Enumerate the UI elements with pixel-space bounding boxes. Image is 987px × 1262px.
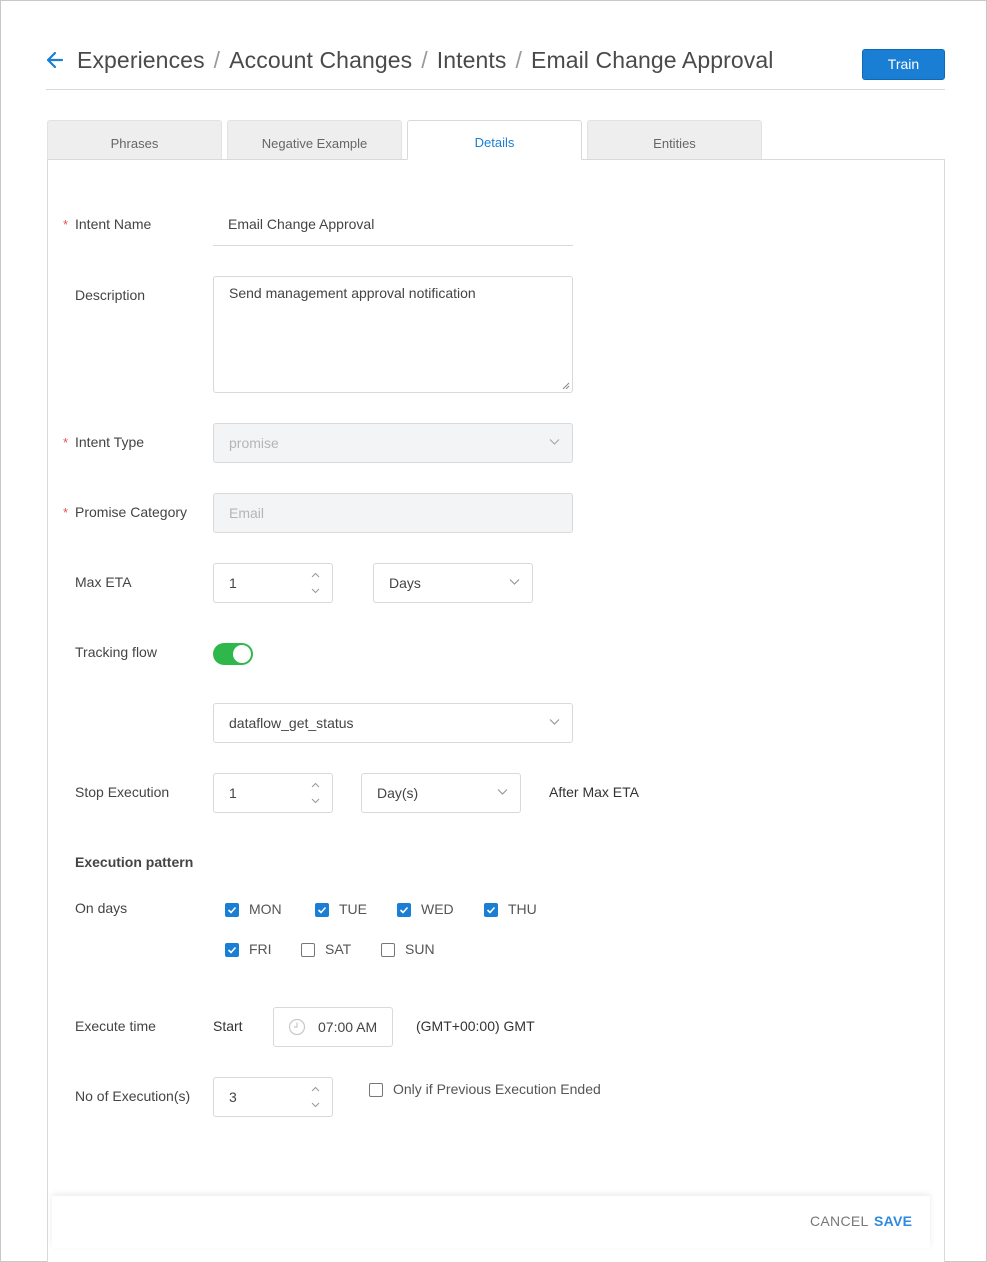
chevron-down-icon xyxy=(549,719,560,725)
save-button[interactable]: SAVE xyxy=(874,1213,912,1229)
check-icon xyxy=(317,906,327,914)
breadcrumb-separator: / xyxy=(421,47,428,73)
intent-name-label: Intent Name xyxy=(75,216,152,232)
executions-value: 3 xyxy=(229,1089,237,1105)
breadcrumb-experiences[interactable]: Experiences xyxy=(77,47,205,73)
description-value: Send management approval notification xyxy=(229,285,476,301)
promise-category-input[interactable]: Email xyxy=(213,493,573,533)
day-label-mon[interactable]: MON xyxy=(249,901,282,917)
start-time-value: 07:00 AM xyxy=(318,1019,378,1035)
intent-type-value: promise xyxy=(229,435,279,451)
check-icon xyxy=(486,906,496,914)
start-time-picker[interactable]: 07:00 AM xyxy=(273,1007,393,1047)
tracking-flow-select[interactable]: dataflow_get_status xyxy=(213,703,573,743)
breadcrumb-account-changes[interactable]: Account Changes xyxy=(229,47,412,73)
chevron-down-icon xyxy=(509,579,520,585)
day-label-fri[interactable]: FRI xyxy=(249,941,272,957)
breadcrumb-current-intent: Email Change Approval xyxy=(531,47,774,73)
chevron-down-icon xyxy=(497,789,508,795)
tab-details[interactable]: Details xyxy=(407,120,582,160)
day-checkbox-tue[interactable] xyxy=(315,903,329,917)
day-checkbox-thu[interactable] xyxy=(484,903,498,917)
executions-label: No of Execution(s) xyxy=(75,1088,191,1104)
max-eta-unit-select[interactable]: Days xyxy=(373,563,533,603)
executions-stepper[interactable]: 3 xyxy=(213,1077,333,1117)
page-header: Experiences / Account Changes / Intents / Emai… xyxy=(46,40,945,90)
only-if-previous-label[interactable]: Only if Previous Execution Ended xyxy=(393,1081,601,1097)
day-checkbox-mon[interactable] xyxy=(225,903,239,917)
breadcrumb-separator: / xyxy=(515,47,522,73)
tracking-flow-value: dataflow_get_status xyxy=(229,715,354,731)
start-label: Start xyxy=(213,1018,243,1034)
clock-icon xyxy=(288,1018,306,1036)
day-checkbox-fri[interactable] xyxy=(225,943,239,957)
max-eta-label: Max ETA xyxy=(75,574,132,590)
action-footer: CANCEL SAVE xyxy=(52,1196,930,1248)
required-mark: * xyxy=(63,505,69,520)
only-if-previous-checkbox[interactable] xyxy=(369,1083,383,1097)
stop-execution-label: Stop Execution xyxy=(75,784,170,800)
tracking-flow-toggle[interactable] xyxy=(213,643,253,665)
train-button[interactable]: Train xyxy=(862,49,945,80)
day-label-thu[interactable]: THU xyxy=(508,901,537,917)
execution-pattern-title: Execution pattern xyxy=(75,854,194,870)
stop-execution-value: 1 xyxy=(229,785,237,801)
breadcrumb-intents[interactable]: Intents xyxy=(437,47,507,73)
intent-type-select[interactable]: promise xyxy=(213,423,573,463)
chevron-down-icon xyxy=(549,439,560,445)
day-label-sat[interactable]: SAT xyxy=(325,941,351,957)
stepper-arrows-icon[interactable] xyxy=(311,1085,320,1109)
tab-entities[interactable]: Entities xyxy=(587,120,762,160)
check-icon xyxy=(227,946,237,954)
stepper-arrows-icon[interactable] xyxy=(311,571,320,595)
timezone-text: (GMT+00:00) GMT xyxy=(416,1018,535,1034)
on-days-label: On days xyxy=(75,900,128,916)
toggle-knob xyxy=(233,645,251,663)
stop-execution-stepper[interactable]: 1 xyxy=(213,773,333,813)
resize-grip-icon[interactable] xyxy=(562,382,570,390)
stepper-arrows-icon[interactable] xyxy=(311,781,320,805)
intent-type-label: Intent Type xyxy=(75,434,145,450)
description-textarea[interactable]: Send management approval notification xyxy=(213,276,573,393)
day-checkbox-sat[interactable] xyxy=(301,943,315,957)
cancel-button[interactable]: CANCEL xyxy=(810,1213,869,1229)
back-arrow-icon[interactable] xyxy=(46,50,64,70)
breadcrumb: Experiences / Account Changes / Intents / Emai… xyxy=(77,47,773,74)
max-eta-stepper[interactable]: 1 xyxy=(213,563,333,603)
tracking-flow-label: Tracking flow xyxy=(75,644,157,660)
after-max-eta-text: After Max ETA xyxy=(549,784,639,800)
breadcrumb-separator: / xyxy=(213,47,221,73)
check-icon xyxy=(399,906,409,914)
day-checkbox-sun[interactable] xyxy=(381,943,395,957)
day-label-sun[interactable]: SUN xyxy=(405,941,435,957)
day-checkbox-wed[interactable] xyxy=(397,903,411,917)
required-mark: * xyxy=(63,217,69,232)
day-label-tue[interactable]: TUE xyxy=(339,901,367,917)
execute-time-label: Execute time xyxy=(75,1018,156,1034)
tab-negative-example[interactable]: Negative Example xyxy=(227,120,402,160)
promise-category-label: Promise Category xyxy=(75,504,188,520)
max-eta-value: 1 xyxy=(229,575,237,591)
required-mark: * xyxy=(63,435,69,450)
check-icon xyxy=(227,906,237,914)
stop-execution-unit-select[interactable]: Day(s) xyxy=(361,773,521,813)
max-eta-unit-value: Days xyxy=(389,575,421,591)
stop-execution-unit-value: Day(s) xyxy=(377,785,419,801)
promise-category-placeholder: Email xyxy=(229,505,265,521)
description-label: Description xyxy=(75,287,146,303)
intent-name-input[interactable]: Email Change Approval xyxy=(213,206,573,246)
tab-phrases[interactable]: Phrases xyxy=(47,120,222,160)
day-label-wed[interactable]: WED xyxy=(421,901,454,917)
